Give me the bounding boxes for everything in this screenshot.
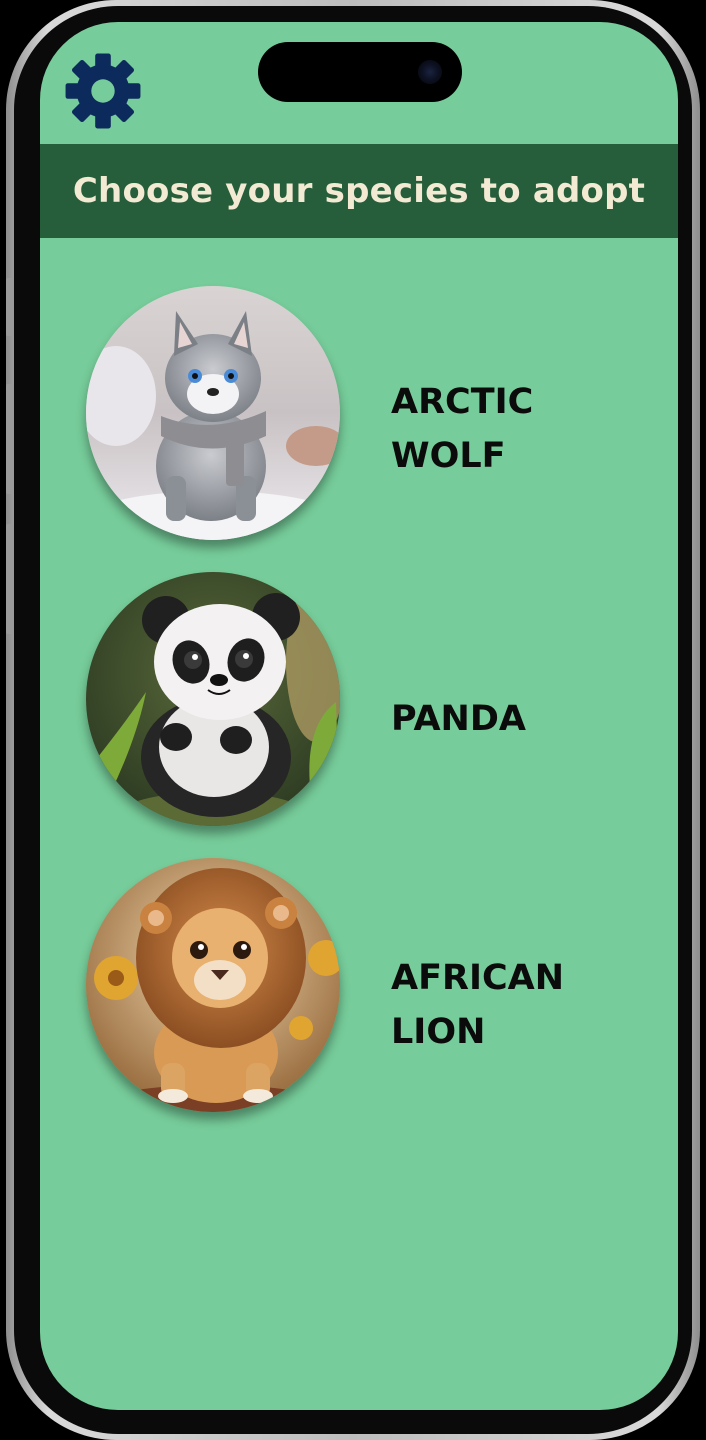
- species-name-african-lion: AFRICAN LION: [391, 958, 565, 1052]
- species-item-african-lion[interactable]: AFRICAN LION: [40, 858, 678, 1114]
- species-name-panda: PANDA: [391, 699, 526, 739]
- panda-image[interactable]: [86, 572, 340, 826]
- species-name-arctic-wolf: ARCTIC WOLF: [391, 382, 534, 476]
- dynamic-island: [258, 42, 462, 102]
- front-camera: [418, 60, 442, 84]
- african-lion-image[interactable]: [86, 858, 340, 1112]
- side-button-volume-down: [6, 524, 14, 634]
- side-button-volume-up: [6, 384, 14, 494]
- app-screen: Choose your species to adopt ARCTIC WOLF…: [40, 22, 678, 1410]
- species-item-arctic-wolf[interactable]: ARCTIC WOLF: [40, 286, 678, 542]
- species-item-panda[interactable]: PANDA: [40, 572, 678, 828]
- page-header: Choose your species to adopt: [40, 144, 678, 238]
- arctic-wolf-image[interactable]: [86, 286, 340, 540]
- page-title: Choose your species to adopt: [72, 171, 646, 211]
- side-button-action: [6, 278, 14, 336]
- gear-icon[interactable]: [64, 52, 142, 130]
